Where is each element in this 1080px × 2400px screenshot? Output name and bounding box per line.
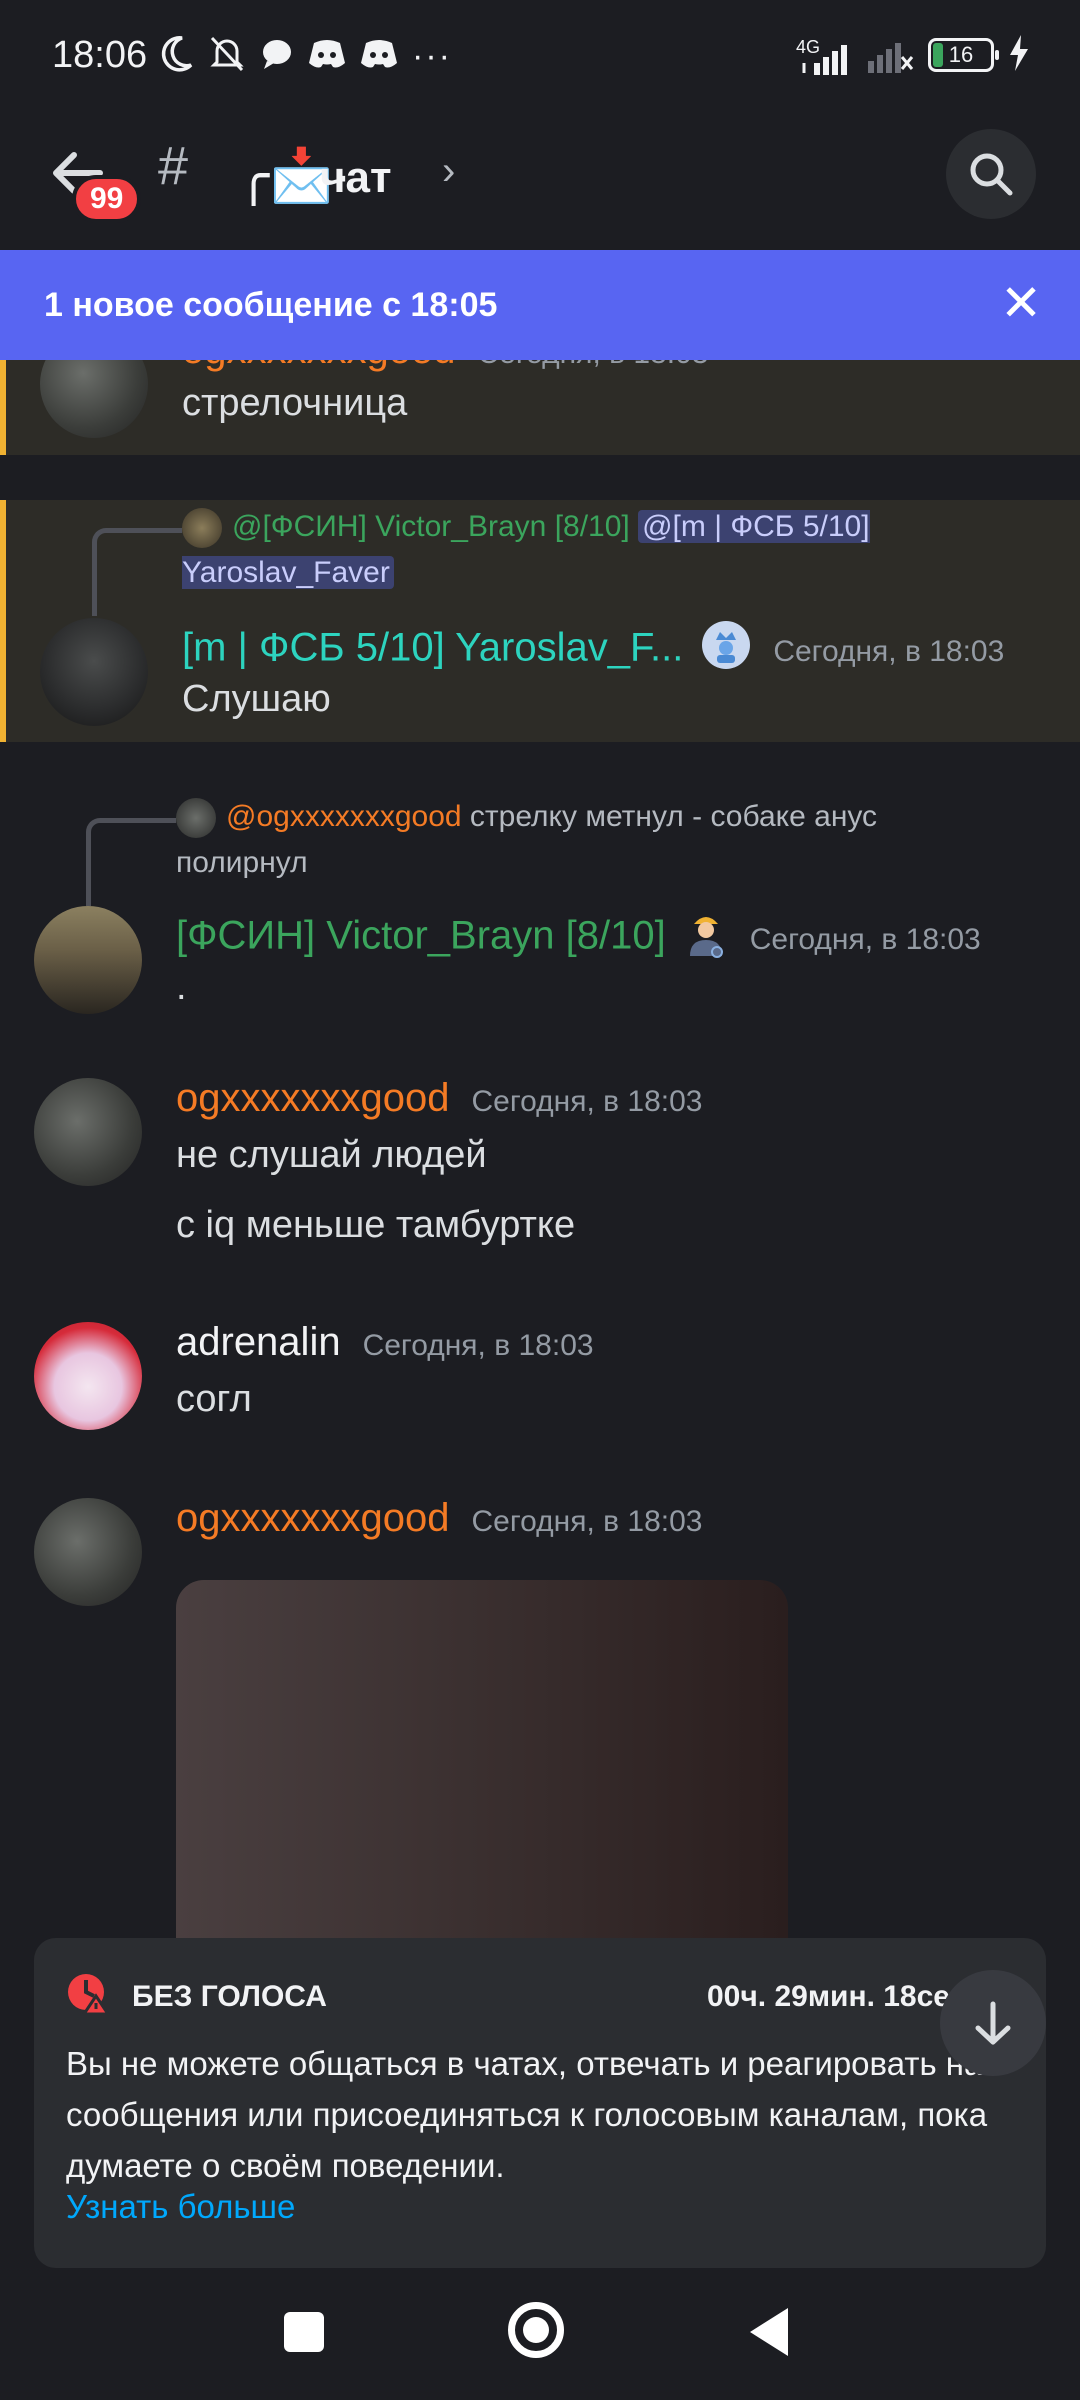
more-dots-icon: ···	[412, 36, 452, 75]
avatar[interactable]	[40, 618, 148, 726]
message-author[interactable]: ogxxxxxxxgood Сегодня, в 18:03	[182, 360, 708, 373]
avatar[interactable]	[40, 360, 148, 438]
charging-bolt-icon	[1008, 34, 1030, 76]
author-name[interactable]: adrenalin	[176, 1320, 341, 1364]
new-messages-text: 1 новое сообщение с 18:05	[44, 286, 498, 324]
system-nav-bar	[0, 2268, 1080, 2400]
bell-off-icon	[208, 34, 246, 79]
message-timestamp: Сегодня, в 18:03	[471, 1505, 703, 1538]
avatar	[176, 798, 216, 839]
channel-header: 99 # ╭📩· чат ›	[0, 115, 1080, 250]
jump-to-present-button[interactable]	[940, 1970, 1046, 2076]
message-item[interactable]: ogxxxxxxxgood Сегодня, в 18:03 стрелочниц…	[0, 360, 1080, 455]
message-text: Слушаю	[182, 678, 331, 720]
reply-author[interactable]: @[ФСИН] Victor_Brayn [8/10]	[232, 510, 630, 543]
search-button[interactable]	[946, 129, 1036, 219]
timeout-notice: БЕЗ ГОЛОСА 00ч. 29мин. 18се Вы не можете…	[34, 1938, 1046, 2268]
image-attachment[interactable]	[176, 1580, 788, 1980]
recents-button[interactable]	[284, 2312, 324, 2352]
timeout-description: Вы не можете общаться в чатах, отвечать …	[66, 2045, 988, 2184]
reply-connector	[86, 818, 176, 906]
home-button[interactable]	[508, 2302, 564, 2358]
message-author[interactable]: [m | ФСБ 5/10] Yaroslav_F... Сегодня, в 1…	[182, 620, 1004, 680]
back-nav-button[interactable]	[750, 2308, 788, 2356]
reply-preview[interactable]: @[ФСИН] Victor_Brayn [8/10] @[m | ФСБ 5/…	[182, 504, 930, 596]
discord-icon	[308, 39, 346, 74]
hash-icon: #	[158, 136, 189, 196]
arrow-down-icon	[975, 2001, 1011, 2045]
message-text: стрелочница	[182, 382, 408, 424]
message-timestamp: Сегодня, в 18:03	[773, 634, 1005, 668]
search-icon	[970, 153, 1013, 196]
message-timestamp: Сегодня, в 18:03	[749, 922, 981, 956]
avatar[interactable]	[34, 1322, 142, 1430]
king-badge-icon	[701, 620, 751, 680]
avatar[interactable]	[34, 1078, 142, 1186]
message-item[interactable]: ogxxxxxxxgood Сегодня, в 18:03 не слушай …	[0, 1076, 1080, 1278]
author-name[interactable]: ogxxxxxxxgood	[182, 360, 455, 372]
status-bar: 18:06 ··· 4G 16	[0, 0, 1080, 115]
reply-connector	[92, 528, 182, 616]
signal-empty-icon	[864, 31, 914, 80]
message-text: не слушай людей	[176, 1134, 487, 1176]
status-notification-icons: ···	[160, 34, 452, 78]
channel-title[interactable]: чат	[320, 153, 392, 203]
chevron-right-icon[interactable]: ›	[442, 149, 455, 194]
battery-icon: 16	[928, 38, 999, 72]
message-author[interactable]: [ФСИН] Victor_Brayn [8/10] Сегодня, в 18:…	[176, 908, 981, 968]
reply-author[interactable]: @ogxxxxxxxgood	[226, 800, 462, 833]
worker-badge-icon	[684, 908, 728, 968]
close-icon[interactable]: ✕	[1000, 274, 1042, 332]
signal-icon: 4G	[796, 33, 850, 77]
author-name[interactable]: ogxxxxxxxgood	[176, 1076, 449, 1120]
discord-icon	[360, 39, 398, 74]
timeout-clock-icon	[66, 1970, 111, 2016]
message-timestamp: Сегодня, в 18:03	[362, 1329, 594, 1362]
message-text: с iq меньше тамбуртке	[176, 1204, 576, 1246]
battery-level: 16	[948, 42, 974, 67]
message-item[interactable]: @[ФСИН] Victor_Brayn [8/10] @[m | ФСБ 5/…	[0, 500, 1080, 742]
unread-badge: 99	[72, 175, 142, 223]
author-name[interactable]: ogxxxxxxxgood	[176, 1496, 449, 1540]
reply-preview[interactable]: @ogxxxxxxxgood стрелку метнул - собаке а…	[176, 794, 930, 886]
timeout-title: БЕЗ ГОЛОСА	[132, 1980, 327, 2013]
message-author[interactable]: adrenalin Сегодня, в 18:03	[176, 1320, 594, 1365]
status-system-icons: 4G 16	[796, 30, 1030, 80]
avatar	[182, 508, 222, 549]
avatar[interactable]	[34, 1498, 142, 1606]
message-timestamp: Сегодня, в 18:03	[471, 1085, 703, 1118]
message-text: .	[176, 966, 187, 1008]
message-item[interactable]: adrenalin Сегодня, в 18:03 согл	[0, 1320, 1080, 1442]
author-name[interactable]: [ФСИН] Victor_Brayn [8/10]	[176, 914, 666, 958]
new-messages-banner[interactable]: 1 новое сообщение с 18:05 ✕	[0, 250, 1080, 360]
learn-more-link[interactable]: Узнать больше	[66, 2188, 295, 2226]
message-item[interactable]: @ogxxxxxxxgood стрелку метнул - собаке а…	[0, 790, 1080, 1040]
timeout-timer: 00ч. 29мин. 18се	[707, 1980, 950, 2013]
chat-bubble-icon	[260, 37, 294, 76]
message-timestamp: Сегодня, в 18:03	[477, 360, 708, 370]
avatar[interactable]	[34, 906, 142, 1014]
message-author[interactable]: ogxxxxxxxgood Сегодня, в 18:03	[176, 1496, 702, 1541]
message-text: согл	[176, 1378, 252, 1420]
moon-icon	[160, 35, 194, 78]
author-name[interactable]: [m | ФСБ 5/10] Yaroslav_F...	[182, 626, 683, 670]
status-time: 18:06	[52, 34, 148, 76]
message-author[interactable]: ogxxxxxxxgood Сегодня, в 18:03	[176, 1076, 702, 1121]
